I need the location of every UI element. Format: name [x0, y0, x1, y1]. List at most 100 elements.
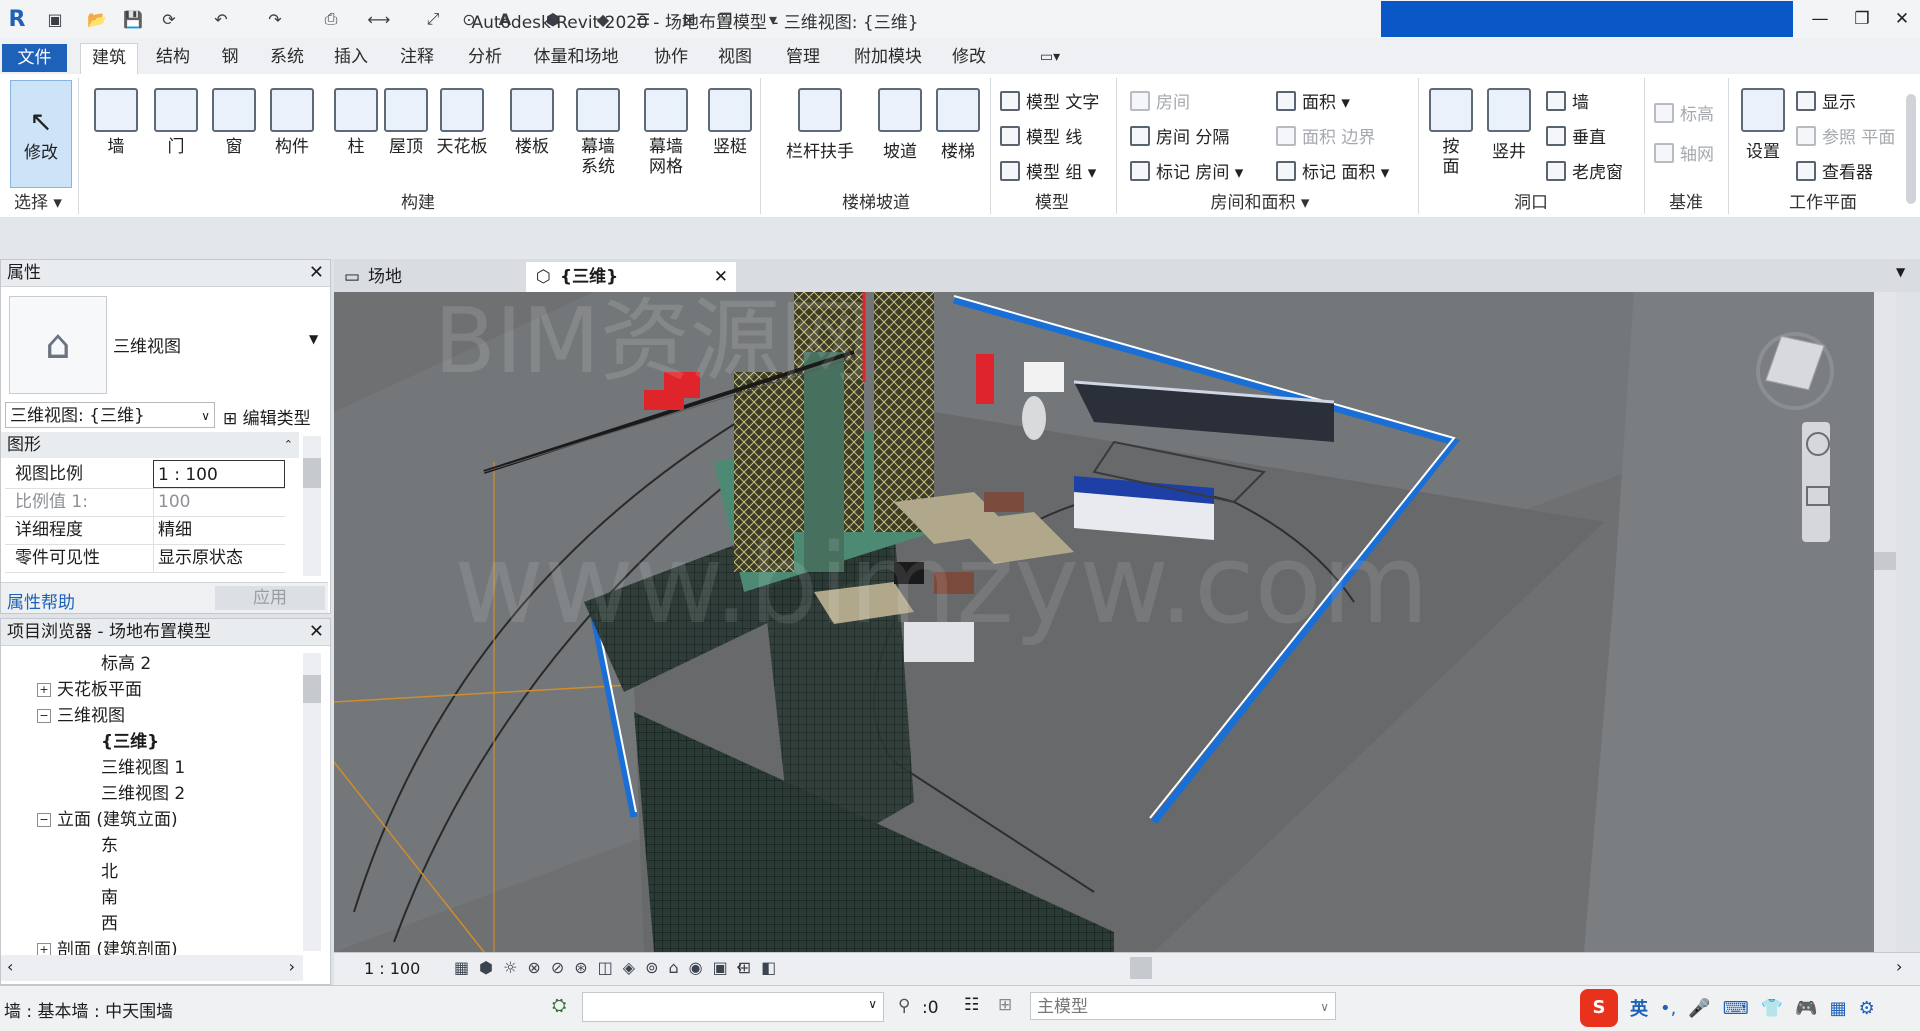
- ribbon-minimize-icon[interactable]: ▭▾: [1030, 43, 1070, 71]
- tab-architecture[interactable]: 建筑: [80, 43, 138, 75]
- room-button[interactable]: 房间: [1130, 88, 1190, 113]
- expand-toggle-icon[interactable]: −: [37, 709, 51, 723]
- menu-icon[interactable]: ⚙: [1859, 998, 1875, 1019]
- view-scale-input[interactable]: 1 : 100: [153, 460, 285, 488]
- area-button[interactable]: 面积 ▾: [1276, 88, 1350, 113]
- tree-item[interactable]: 东: [101, 831, 118, 856]
- tab-annotate[interactable]: 注释: [392, 43, 442, 71]
- by-face-button[interactable]: 按 面: [1426, 88, 1476, 177]
- viewer-button[interactable]: 查看器: [1796, 158, 1873, 183]
- restore-button[interactable]: ❐: [1842, 4, 1882, 34]
- tab-steel[interactable]: 钢: [210, 43, 250, 71]
- hscroll-thumb[interactable]: [1130, 957, 1152, 979]
- ime-language[interactable]: 英: [1630, 995, 1648, 1021]
- grid-button[interactable]: 轴网: [1654, 140, 1714, 165]
- tab-addins[interactable]: 附加模块: [848, 43, 928, 71]
- tab-overflow-icon[interactable]: ▼: [1896, 265, 1905, 279]
- minimize-button[interactable]: —: [1800, 4, 1840, 34]
- sogou-ime-icon[interactable]: S: [1580, 989, 1618, 1027]
- ceiling-button[interactable]: 天花板: [432, 88, 492, 157]
- workset-dropdown[interactable]: ∨: [582, 992, 884, 1022]
- close-icon[interactable]: ✕: [309, 619, 324, 645]
- tree-item[interactable]: {三维}: [101, 727, 159, 752]
- design-options-icon[interactable]: ☷: [964, 995, 979, 1015]
- tab-site-view[interactable]: ▭ 场地: [334, 262, 544, 292]
- floor-button[interactable]: 楼板: [502, 88, 562, 157]
- door-button[interactable]: 门: [146, 88, 206, 157]
- expand-toggle-icon[interactable]: −: [37, 813, 51, 827]
- curtain-system-button[interactable]: 幕墙 系统: [568, 88, 628, 177]
- view-scale[interactable]: 1 : 100: [364, 959, 420, 978]
- editable-only-icon[interactable]: ⚲: [898, 996, 910, 1016]
- tree-item[interactable]: 三维视图 2: [101, 779, 185, 804]
- tree-item[interactable]: 南: [101, 883, 118, 908]
- tree-item[interactable]: 标高 2: [101, 649, 151, 674]
- design-option-dropdown[interactable]: 主模型 ∨: [1030, 992, 1336, 1020]
- edit-type-button[interactable]: ⊞ 编辑类型: [223, 404, 311, 429]
- close-icon[interactable]: ✕: [309, 260, 324, 286]
- tab-insert[interactable]: 插入: [326, 43, 376, 71]
- tab-manage[interactable]: 管理: [778, 43, 828, 71]
- model-group-button[interactable]: 模型 组 ▾: [1000, 158, 1096, 183]
- microphone-icon[interactable]: 🎤: [1688, 998, 1710, 1019]
- tree-item[interactable]: 西: [101, 909, 118, 934]
- apply-button[interactable]: 应用: [215, 586, 325, 610]
- tree-item[interactable]: − 立面 (建筑立面): [37, 805, 178, 830]
- group-room-area-label[interactable]: 房间和面积 ▾: [1120, 189, 1400, 217]
- skin-icon[interactable]: 👕: [1761, 998, 1783, 1019]
- view-selector[interactable]: 三维视图: {三维} ∨: [5, 402, 215, 428]
- scroll-left-icon[interactable]: ‹: [736, 957, 742, 976]
- shaft-button[interactable]: 竖井: [1484, 88, 1534, 162]
- component-button[interactable]: 构件: [262, 88, 322, 157]
- curtain-grid-button[interactable]: 幕墙 网格: [636, 88, 696, 177]
- steering-wheel-icon[interactable]: [1806, 432, 1830, 456]
- tab-view[interactable]: 视图: [710, 43, 760, 71]
- vertical-opening-button[interactable]: 垂直: [1546, 123, 1606, 148]
- punctuation-icon[interactable]: •,: [1660, 998, 1676, 1019]
- model-text-button[interactable]: 模型 文字: [1000, 88, 1099, 113]
- section-header[interactable]: 图形 ⌃: [1, 432, 299, 458]
- tree-item[interactable]: − 三维视图: [37, 701, 125, 726]
- mullion-button[interactable]: 竖梃: [700, 88, 760, 157]
- tree-item[interactable]: + 天花板平面: [37, 675, 142, 700]
- model-line-button[interactable]: 模型 线: [1000, 123, 1082, 148]
- 3d-viewport[interactable]: BIM资源网 www.bimzyw.com: [334, 292, 1896, 952]
- toolbox-icon[interactable]: ▦: [1830, 998, 1847, 1019]
- tab-file[interactable]: 文件: [2, 44, 67, 72]
- window-button[interactable]: 窗: [204, 88, 264, 157]
- roof-button[interactable]: 屋顶: [376, 88, 436, 157]
- close-button[interactable]: ✕: [1882, 4, 1920, 34]
- dormer-button[interactable]: 老虎窗: [1546, 158, 1623, 183]
- browser-hscrollbar[interactable]: ‹ ›: [1, 955, 303, 981]
- keyboard-icon[interactable]: ⌨: [1723, 998, 1749, 1019]
- tree-item[interactable]: 北: [101, 857, 118, 882]
- viewport-vscrollbar[interactable]: [1874, 292, 1896, 952]
- design-option-icon[interactable]: ⊞: [998, 995, 1012, 1015]
- type-dropdown-icon[interactable]: ▼: [309, 332, 318, 346]
- parts-visibility-value[interactable]: 显示原状态: [153, 544, 285, 572]
- tree-item[interactable]: 三维视图 1: [101, 753, 185, 778]
- properties-help-link[interactable]: 属性帮助: [7, 588, 75, 613]
- level-button[interactable]: 标高: [1654, 100, 1714, 125]
- show-workplane-button[interactable]: 显示: [1796, 88, 1856, 113]
- ramp-button[interactable]: 坡道: [872, 88, 928, 162]
- stair-button[interactable]: 楼梯: [930, 88, 986, 162]
- group-select-label[interactable]: 选择 ▾: [0, 189, 76, 217]
- detail-level-value[interactable]: 精细: [153, 516, 285, 544]
- area-boundary-button[interactable]: 面积 边界: [1276, 123, 1375, 148]
- tag-area-button[interactable]: 标记 面积 ▾: [1276, 158, 1389, 183]
- railing-button[interactable]: 栏杆扶手: [780, 88, 860, 162]
- wall-button[interactable]: 墙: [86, 88, 146, 157]
- tab-collaborate[interactable]: 协作: [646, 43, 696, 71]
- game-icon[interactable]: 🎮: [1795, 998, 1817, 1019]
- set-workplane-button[interactable]: 设置: [1738, 88, 1788, 162]
- browser-scrollbar[interactable]: [303, 653, 321, 951]
- zoom-icon[interactable]: [1806, 486, 1830, 506]
- wall-opening-button[interactable]: 墙: [1546, 88, 1589, 113]
- scroll-left-icon[interactable]: ‹: [7, 957, 13, 976]
- tag-room-button[interactable]: 标记 房间 ▾: [1130, 158, 1243, 183]
- properties-scrollbar[interactable]: [303, 436, 321, 576]
- tab-analyze[interactable]: 分析: [460, 43, 510, 71]
- modify-button[interactable]: ↖ 修改: [10, 80, 72, 188]
- tab-massing-site[interactable]: 体量和场地: [526, 43, 626, 71]
